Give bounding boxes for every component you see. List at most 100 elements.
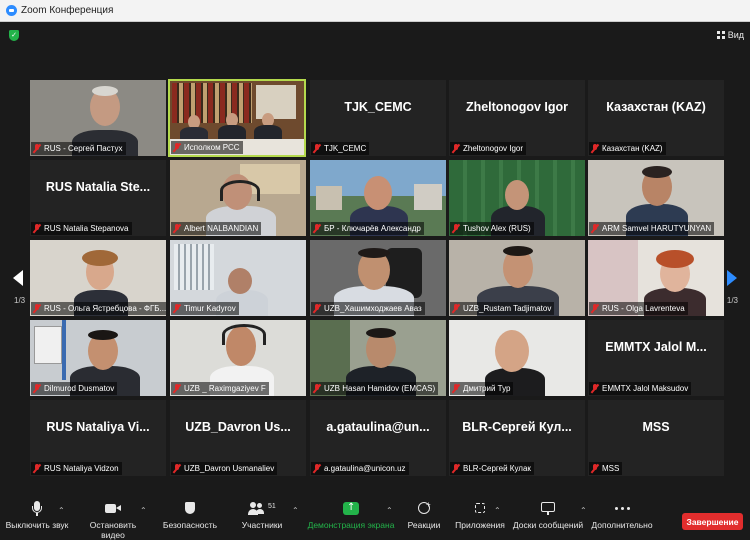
video-tile[interactable]: UZB_Davron Us... UZB_Davron Usmanaliev xyxy=(170,400,306,476)
mic-muted-icon xyxy=(313,384,321,393)
participant-name-label: UZB _ Raximgaziyev F xyxy=(171,382,269,395)
page-indicator-left: 1/3 xyxy=(14,296,26,305)
reactions-label: Реакции xyxy=(407,520,441,530)
video-tile[interactable]: RUS Nataliya Vi... RUS Nataliya Vidzon xyxy=(30,400,166,476)
video-tile[interactable]: ARM Samvel HARUTYUNYAN xyxy=(588,160,724,236)
mic-muted-icon xyxy=(591,144,599,153)
stop-video-button[interactable]: Остановить видео xyxy=(78,501,148,540)
stop-video-label: Остановить видео xyxy=(89,520,137,540)
meeting-topbar: Вид xyxy=(0,22,750,48)
mic-muted-icon xyxy=(33,384,41,393)
video-tile[interactable]: RUS - Сергей Пастух xyxy=(30,80,166,156)
video-tile[interactable]: MSS MSS xyxy=(588,400,724,476)
participant-name-label: BLR-Сергей Кулак xyxy=(450,462,534,475)
video-tile[interactable]: RUS Natalia Ste... RUS Natalia Stepanova xyxy=(30,160,166,236)
share-screen-icon: ↑ xyxy=(342,501,360,517)
participant-name: Дмитрий Тур xyxy=(463,384,511,393)
video-tile[interactable]: Tushov Alex (RUS) xyxy=(449,160,585,236)
meeting-toolbar: Выключить звук ⌃ Остановить видео ⌃ Безо… xyxy=(0,496,750,540)
video-tile[interactable]: Zheltonogov Igor Zheltonogov Igor xyxy=(449,80,585,156)
next-page-arrow-icon[interactable] xyxy=(727,270,737,286)
view-button[interactable]: Вид xyxy=(716,28,744,42)
page-indicator-right: 1/3 xyxy=(726,296,738,305)
participant-name-label: Дмитрий Тур xyxy=(450,382,514,395)
video-tile[interactable]: БР - Ключарёв Александр xyxy=(310,160,446,236)
more-button[interactable]: Дополнительно xyxy=(590,501,654,530)
security-shield-icon xyxy=(183,501,197,517)
video-tile[interactable]: RUS - Ольга Ястребцова - ФГБ... xyxy=(30,240,166,316)
encryption-shield-icon[interactable] xyxy=(9,30,19,41)
participant-display-name: Казахстан (KAZ) xyxy=(606,100,706,114)
security-button[interactable]: Безопасность xyxy=(160,501,220,530)
participant-name-label: Tushov Alex (RUS) xyxy=(450,222,534,235)
participant-name: Timur Kadyrov xyxy=(184,304,236,313)
video-options-caret-icon[interactable]: ⌃ xyxy=(140,506,147,515)
video-tile[interactable]: EMMTX Jalol M... EMMTX Jalol Maksudov xyxy=(588,320,724,396)
participant-name-label: RUS - Сергей Пастух xyxy=(31,142,126,155)
participant-display-name: MSS xyxy=(642,420,670,434)
video-tile[interactable]: a.gataulina@un... a.gataulina@unicon.uz xyxy=(310,400,446,476)
video-tile[interactable]: UZB_Хашимходжаев Аваз xyxy=(310,240,446,316)
whiteboards-label: Доски сообщений xyxy=(512,520,584,530)
share-screen-label: Демонстрация экрана xyxy=(307,520,395,530)
video-tile-active-speaker[interactable]: Исполком РСС xyxy=(168,79,306,157)
video-tile[interactable]: UZB _ Raximgaziyev F xyxy=(170,320,306,396)
video-tile[interactable]: Albert NALBANDIAN xyxy=(170,160,306,236)
participant-name-label: RUS - Olga Lavrenteva xyxy=(589,302,688,315)
mic-muted-icon xyxy=(173,224,181,233)
participant-name-label: RUS Nataliya Vidzon xyxy=(31,462,122,475)
participant-name-label: RUS - Ольга Ястребцова - ФГБ... xyxy=(31,302,166,315)
whiteboard-options-caret-icon[interactable]: ⌃ xyxy=(580,506,587,515)
participant-name: Zheltonogov Igor xyxy=(463,144,524,153)
mic-muted-icon xyxy=(313,464,321,473)
video-tile[interactable]: UZB Hasan Hamidov (EMCAS) xyxy=(310,320,446,396)
video-tile[interactable]: UZB_Rustam Tadjimatov xyxy=(449,240,585,316)
reactions-button[interactable]: + Реакции xyxy=(404,500,444,530)
mic-muted-icon xyxy=(173,143,181,152)
participant-display-name: Zheltonogov Igor xyxy=(465,100,569,114)
participant-name: UZB_Davron Usmanaliev xyxy=(184,464,275,473)
video-tile[interactable]: TJK_CEMC TJK_CEMC xyxy=(310,80,446,156)
apps-options-caret-icon[interactable]: ⌃ xyxy=(494,506,501,515)
participant-name: Казахстан (KAZ) xyxy=(602,144,663,153)
more-label: Дополнительно xyxy=(591,520,653,530)
mic-muted-icon xyxy=(313,224,321,233)
video-tile[interactable]: Dilmurod Dusmatov xyxy=(30,320,166,396)
audio-options-caret-icon[interactable]: ⌃ xyxy=(58,506,65,515)
mic-muted-icon xyxy=(591,304,599,313)
mic-muted-icon xyxy=(313,304,321,313)
video-tile[interactable]: Timur Kadyrov xyxy=(170,240,306,316)
mic-muted-icon xyxy=(33,304,41,313)
participants-label: Участники xyxy=(241,520,283,530)
participant-name: Tushov Alex (RUS) xyxy=(463,224,531,233)
mic-muted-icon xyxy=(173,304,181,313)
end-meeting-button[interactable]: Завершение xyxy=(682,513,743,530)
video-tile[interactable]: RUS - Olga Lavrenteva xyxy=(588,240,724,316)
share-options-caret-icon[interactable]: ⌃ xyxy=(386,506,393,515)
participant-name: MSS xyxy=(602,464,620,473)
participant-name: RUS Nataliya Vidzon xyxy=(44,464,119,473)
participants-button[interactable]: 51 Участники xyxy=(236,501,288,530)
participants-count: 51 xyxy=(268,503,276,510)
participant-name-label: UZB_Хашимходжаев Аваз xyxy=(311,302,425,315)
mic-muted-icon xyxy=(452,144,460,153)
mute-label: Выключить звук xyxy=(5,520,69,530)
participant-name-label: a.gataulina@unicon.uz xyxy=(311,462,409,475)
participant-display-name: RUS Nataliya Vi... xyxy=(46,420,150,434)
participant-name-label: UZB_Rustam Tadjimatov xyxy=(450,302,555,315)
microphone-icon xyxy=(29,501,45,517)
share-screen-button[interactable]: ↑ Демонстрация экрана xyxy=(304,501,398,530)
video-tile[interactable]: Казахстан (KAZ) Казахстан (KAZ) xyxy=(588,80,724,156)
participants-options-caret-icon[interactable]: ⌃ xyxy=(292,506,299,515)
participant-name: UZB _ Raximgaziyev F xyxy=(184,384,266,393)
mic-muted-icon xyxy=(452,464,460,473)
video-tile[interactable]: BLR-Сергей Кул... BLR-Сергей Кулак xyxy=(449,400,585,476)
video-tile[interactable]: Дмитрий Тур xyxy=(449,320,585,396)
participant-name: БР - Ключарёв Александр xyxy=(324,224,421,233)
participant-name-label: TJK_CEMC xyxy=(311,142,370,155)
bookshelf-background xyxy=(172,83,252,123)
mic-muted-icon xyxy=(591,384,599,393)
prev-page-arrow-icon[interactable] xyxy=(13,270,23,286)
mic-muted-icon xyxy=(452,224,460,233)
whiteboards-button[interactable]: Доски сообщений xyxy=(512,501,584,530)
